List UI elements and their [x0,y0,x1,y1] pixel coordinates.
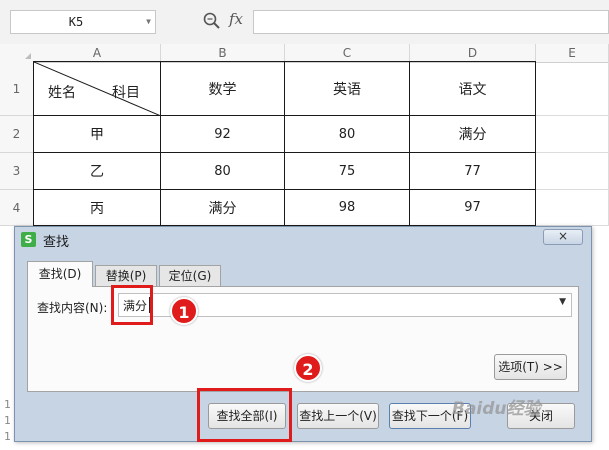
find-previous-button[interactable]: 查找上一个(V) [297,403,379,429]
table-cell[interactable]: 满分 [161,190,285,226]
dialog-titlebar[interactable]: S 查找 × [15,227,591,251]
highlight-box-find-input [111,285,153,325]
column-header-a[interactable]: A [34,44,161,62]
formula-input[interactable] [253,10,609,34]
tab-goto[interactable]: 定位(G) [159,265,221,287]
find-content-label: 查找内容(N): [37,301,108,315]
table-cell-name[interactable]: 乙 [34,153,161,190]
table-cell[interactable]: 75 [285,153,410,190]
empty-cell[interactable] [536,116,609,153]
table-cell[interactable]: 92 [161,116,285,153]
dialog-title: 查找 [43,235,70,250]
table-cell-name[interactable]: 甲 [34,116,161,153]
table-cell[interactable]: 80 [285,116,410,153]
highlight-box-find-all [197,388,292,442]
function-icon[interactable]: fx [229,10,243,28]
table-cell[interactable]: 80 [161,153,285,190]
step-badge-1: 1 [170,297,198,325]
diagonal-header-cell[interactable]: 姓名 科目 [34,62,161,116]
zoom-icon[interactable] [203,12,221,30]
empty-cell[interactable] [536,190,609,226]
table-cell-name[interactable]: 丙 [34,190,161,226]
empty-cell[interactable] [536,153,609,190]
table-cell[interactable]: 97 [410,190,536,226]
table-cell[interactable]: 77 [410,153,536,190]
row-header-1[interactable]: 1 [0,62,34,116]
options-button[interactable]: 选项(T) >> [494,354,567,380]
table-cell[interactable]: 98 [285,190,410,226]
header-name: 姓名 [48,85,76,101]
column-header-b[interactable]: B [161,44,285,62]
tab-find[interactable]: 查找(D) [27,261,93,287]
header-cell-math[interactable]: 数学 [161,62,285,116]
header-cell-english[interactable]: 英语 [285,62,410,116]
header-cell-chinese[interactable]: 语文 [410,62,536,116]
watermark: Baidu经验 [452,399,541,419]
chevron-down-icon[interactable]: ▼ [559,297,566,307]
column-header-e[interactable]: E [536,44,609,62]
formula-bar: K5 ▼ fx [0,0,609,45]
chevron-down-icon[interactable]: ▼ [146,17,151,26]
column-header-c[interactable]: C [285,44,410,62]
tab-replace[interactable]: 替换(P) [95,265,157,287]
cell-reference: K5 [68,15,84,29]
row-header-4[interactable]: 4 [0,190,34,226]
wps-app-icon: S [21,232,36,247]
row-header-3[interactable]: 3 [0,153,34,190]
table-cell[interactable]: 满分 [410,116,536,153]
header-subject: 科目 [112,85,140,101]
row-header-2[interactable]: 2 [0,116,34,153]
empty-cell[interactable] [536,62,609,116]
column-header-d[interactable]: D [410,44,536,62]
step-badge-2: 2 [294,354,322,382]
name-box[interactable]: K5 ▼ [10,10,156,34]
select-all-corner[interactable] [0,44,34,62]
close-icon[interactable]: × [543,229,583,245]
